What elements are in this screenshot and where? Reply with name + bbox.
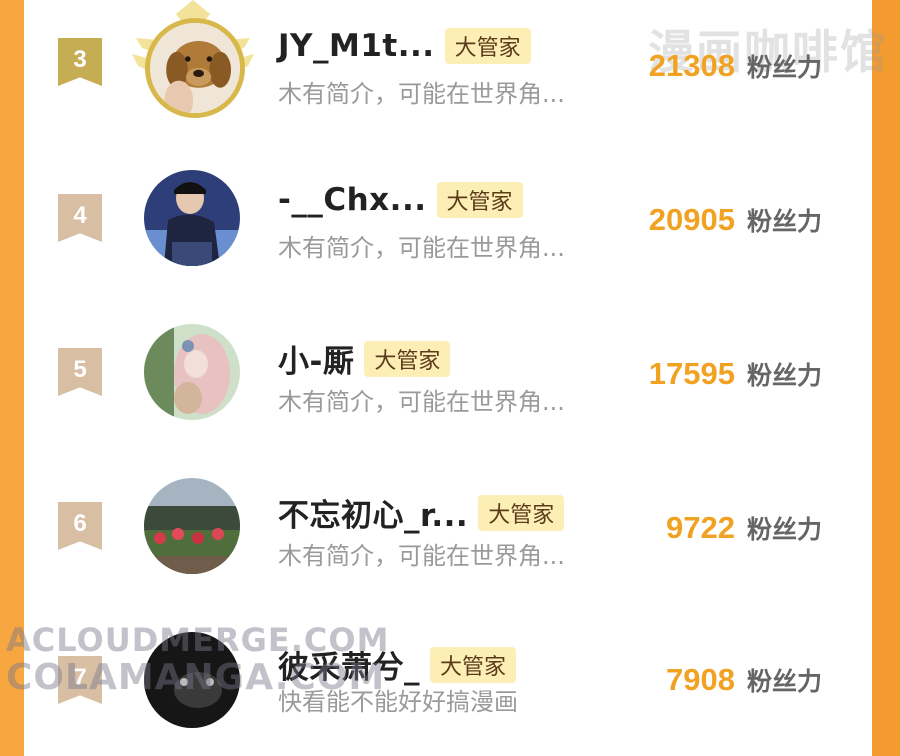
rank-badge: 4 — [58, 194, 102, 242]
rank-badge: 5 — [58, 348, 102, 396]
user-name[interactable]: 小-厮 — [278, 336, 354, 381]
ranking-row[interactable]: 4 -__Chx... 大管家 木有简介，可能在世界角... 20905 粉丝力 — [0, 154, 900, 294]
fan-label: 粉丝力 — [746, 515, 822, 544]
garden-photo — [144, 478, 240, 574]
fan-count: 20905 — [648, 202, 735, 237]
role-tag: 大管家 — [478, 494, 565, 531]
fan-power: 7908 粉丝力 — [666, 662, 822, 698]
avatar[interactable] — [145, 18, 245, 118]
fan-count: 17595 — [648, 356, 735, 391]
user-name[interactable]: JY_M1t... — [278, 28, 435, 64]
role-tag: 大管家 — [364, 340, 451, 377]
user-bio: 木有简介，可能在世界角... — [278, 234, 565, 262]
fan-label: 粉丝力 — [746, 207, 822, 236]
fan-power: 17595 粉丝力 — [649, 356, 822, 392]
dog-photo — [150, 23, 240, 113]
ranking-row[interactable]: 6 不忘初心_r... 大管家 木有简介，可能在世界角... 9722 粉丝力 — [0, 462, 900, 602]
user-name[interactable]: -__Chx... — [278, 182, 427, 218]
watermark-bottom: ACLOUDMERGE.COM COLAMANGA.COM — [6, 624, 389, 696]
watermark-line-1: ACLOUDMERGE.COM — [6, 621, 390, 659]
user-name[interactable]: 不忘初心_r... — [278, 490, 468, 535]
user-bio: 木有简介，可能在世界角... — [278, 542, 565, 570]
role-tag: 大管家 — [436, 182, 523, 218]
watermark-line-2: COLAMANGA.COM — [6, 657, 386, 698]
fan-count: 9722 — [666, 510, 735, 545]
fan-count: 21308 — [648, 48, 735, 83]
avatar[interactable] — [144, 170, 240, 266]
role-tag: 大管家 — [430, 646, 517, 683]
fan-label: 粉丝力 — [746, 53, 822, 82]
fan-label: 粉丝力 — [746, 361, 822, 390]
fan-power: 21308 粉丝力 — [649, 48, 822, 84]
role-tag: 大管家 — [444, 28, 531, 64]
fan-power: 9722 粉丝力 — [666, 510, 822, 546]
user-bio: 木有简介，可能在世界角... — [278, 388, 565, 416]
avatar[interactable] — [144, 478, 240, 574]
person-cap-photo — [144, 170, 240, 266]
pink-hair-photo — [144, 324, 240, 420]
rank-badge: 6 — [58, 502, 102, 550]
fan-count: 7908 — [666, 662, 735, 697]
avatar[interactable] — [144, 324, 240, 420]
fan-label: 粉丝力 — [746, 667, 822, 696]
ranking-row[interactable]: 5 小-厮 大管家 木有简介，可能在世界角... 17595 粉丝力 — [0, 308, 900, 448]
ranking-row[interactable]: 3 JY_M1t... 大管家 木有简介，可能在世界角... 21308 粉丝力 — [0, 0, 900, 140]
fan-power: 20905 粉丝力 — [649, 202, 822, 238]
rank-badge: 3 — [58, 38, 102, 86]
user-bio: 木有简介，可能在世界角... — [278, 80, 565, 108]
